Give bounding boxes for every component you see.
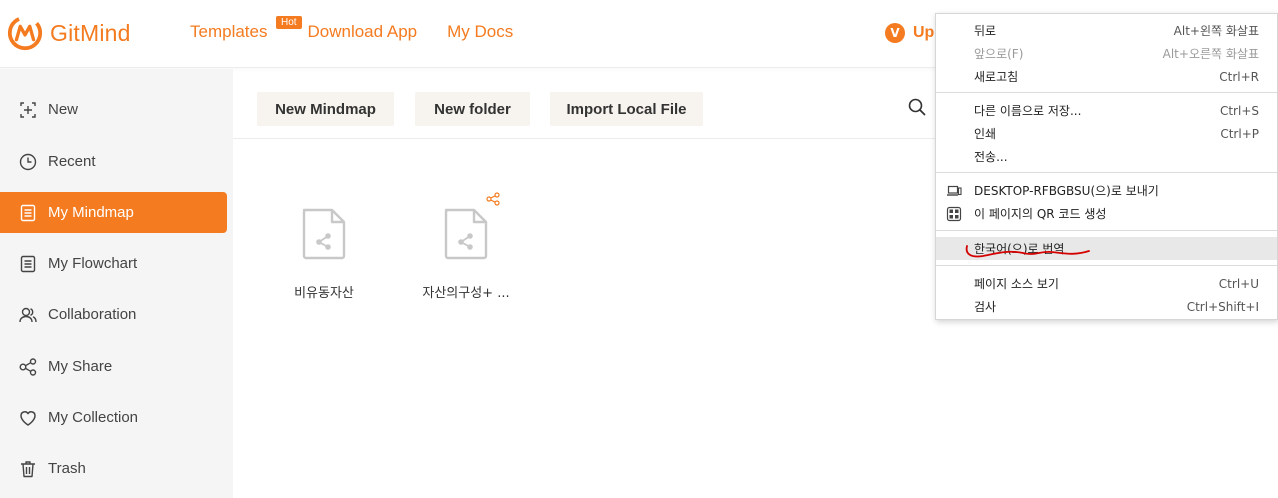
ctx-forward: 앞으로(F) Alt+오른쪽 화살표	[936, 42, 1277, 65]
ctx-label: 검사	[974, 300, 997, 314]
ctx-print[interactable]: 인쇄 Ctrl+P	[936, 122, 1277, 145]
ctx-label: 한국어(으)로 번역	[974, 242, 1065, 256]
document-icon	[20, 204, 36, 221]
sidebar-item-new[interactable]: New	[0, 89, 227, 130]
nav-download-app[interactable]: Download App	[307, 22, 417, 42]
new-mindmap-button[interactable]: New Mindmap	[257, 92, 394, 126]
hot-badge: Hot	[276, 16, 302, 29]
share-icon	[19, 357, 37, 376]
file-name: 자산의구성+ ...	[422, 286, 510, 301]
ctx-shortcut: Ctrl+U	[1218, 276, 1259, 291]
ctx-shortcut: Ctrl+Shift+I	[1186, 299, 1259, 314]
upgrade-link[interactable]: V Up	[885, 23, 934, 43]
ctx-separator	[936, 92, 1277, 93]
ctx-view-source[interactable]: 페이지 소스 보기 Ctrl+U	[936, 272, 1277, 295]
shared-icon	[486, 192, 500, 206]
sidebar-item-label: New	[48, 101, 79, 118]
ctx-translate[interactable]: 한국어(으)로 번역	[936, 237, 1277, 260]
search-icon[interactable]	[908, 98, 926, 116]
ctx-shortcut: Alt+오른쪽 화살표	[1162, 47, 1259, 61]
sidebar-item-label: My Share	[48, 358, 113, 375]
ctx-label: 뒤로	[974, 24, 997, 38]
ctx-reload[interactable]: 새로고침 Ctrl+R	[936, 65, 1277, 88]
file-name: 비유동자산	[294, 286, 354, 301]
sidebar-item-my-flowchart[interactable]: My Flowchart	[0, 243, 227, 284]
ctx-label: 새로고침	[974, 70, 1019, 84]
gitmind-logo-icon	[7, 15, 43, 51]
ctx-shortcut: Ctrl+R	[1219, 69, 1259, 84]
ctx-label: 전송...	[974, 150, 1008, 164]
browser-context-menu: 뒤로 Alt+왼쪽 화살표 앞으로(F) Alt+오른쪽 화살표 새로고침 Ct…	[935, 13, 1278, 320]
ctx-cast[interactable]: 전송...	[936, 145, 1277, 168]
ctx-separator	[936, 172, 1277, 173]
ctx-save-as[interactable]: 다른 이름으로 저장... Ctrl+S	[936, 99, 1277, 122]
ctx-label: 이 페이지의 QR 코드 생성	[974, 207, 1107, 221]
laptop-icon	[947, 185, 962, 196]
file-item[interactable]: 비유동자산	[254, 206, 394, 301]
sidebar-item-label: My Collection	[48, 409, 139, 426]
ctx-separator	[936, 230, 1277, 231]
ctx-shortcut: Alt+왼쪽 화살표	[1173, 24, 1259, 38]
sidebar-item-label: Recent	[48, 153, 96, 170]
sidebar: New Recent My Mindmap My Flowchart Colla…	[0, 69, 233, 498]
import-local-file-button[interactable]: Import Local File	[550, 92, 703, 126]
mindmap-file-icon	[444, 208, 488, 260]
ctx-back[interactable]: 뒤로 Alt+왼쪽 화살표	[936, 19, 1277, 42]
ctx-send-to-device[interactable]: DESKTOP-RFBGBSU(으)로 보내기	[936, 179, 1277, 202]
nav-templates[interactable]: Templates Hot	[190, 16, 302, 42]
upgrade-label: Up	[913, 24, 935, 41]
ctx-label: 인쇄	[974, 127, 997, 141]
main-nav: Templates Hot Download App My Docs	[190, 16, 513, 42]
ctx-shortcut: Ctrl+P	[1220, 126, 1259, 141]
ctx-label: DESKTOP-RFBGBSU(으)로 보내기	[974, 184, 1159, 198]
nav-templates-label: Templates	[190, 22, 268, 41]
logo[interactable]: GitMind	[6, 14, 131, 52]
sidebar-item-collaboration[interactable]: Collaboration	[0, 294, 227, 335]
users-icon	[19, 307, 37, 322]
sidebar-item-trash[interactable]: Trash	[0, 448, 227, 489]
nav-my-docs[interactable]: My Docs	[447, 22, 513, 42]
sidebar-item-my-mindmap[interactable]: My Mindmap	[0, 192, 227, 233]
sidebar-item-label: Trash	[48, 460, 86, 477]
plus-box-icon	[20, 101, 36, 118]
heart-icon	[20, 410, 36, 426]
sidebar-item-recent[interactable]: Recent	[0, 141, 227, 182]
file-item[interactable]: 자산의구성+ ...	[396, 206, 536, 301]
vip-icon: V	[885, 23, 905, 43]
sidebar-item-my-share[interactable]: My Share	[0, 346, 227, 387]
qr-code-icon	[946, 206, 962, 222]
ctx-label: 페이지 소스 보기	[974, 277, 1059, 291]
sidebar-item-my-collection[interactable]: My Collection	[0, 397, 227, 438]
mindmap-file-icon	[302, 208, 346, 260]
logo-text: GitMind	[50, 19, 131, 46]
document-icon	[20, 255, 36, 272]
sidebar-item-label: Collaboration	[48, 306, 137, 323]
sidebar-item-label: My Mindmap	[48, 204, 134, 221]
sidebar-item-label: My Flowchart	[48, 255, 138, 272]
ctx-label: 앞으로(F)	[974, 47, 1024, 61]
ctx-shortcut: Ctrl+S	[1219, 103, 1259, 118]
clock-icon	[19, 153, 37, 170]
ctx-inspect[interactable]: 검사 Ctrl+Shift+I	[936, 295, 1277, 318]
ctx-qr-code[interactable]: 이 페이지의 QR 코드 생성	[936, 202, 1277, 225]
ctx-separator	[936, 265, 1277, 266]
new-folder-button[interactable]: New folder	[415, 92, 530, 126]
ctx-label: 다른 이름으로 저장...	[974, 104, 1082, 118]
trash-icon	[21, 460, 35, 477]
